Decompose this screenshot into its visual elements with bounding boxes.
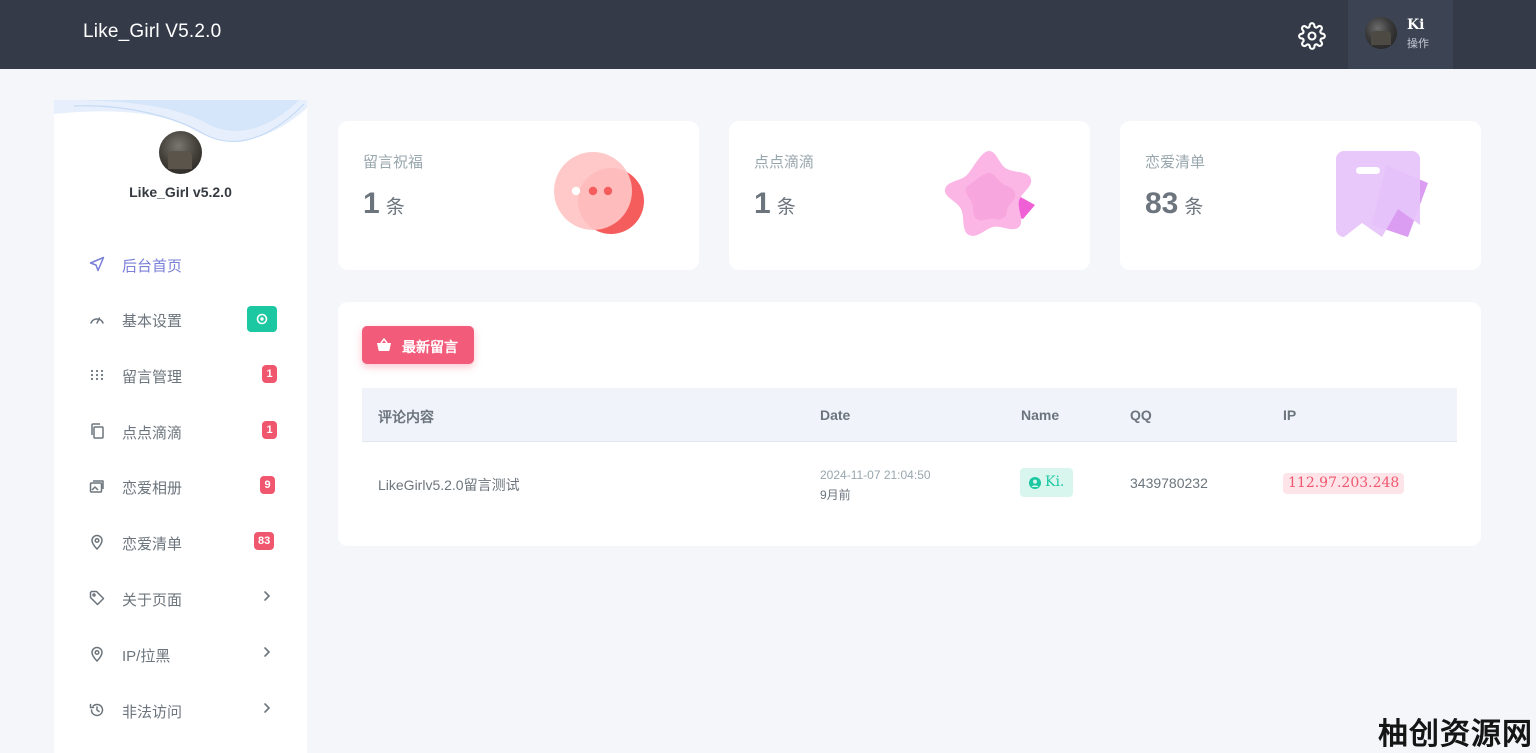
count-badge: 83 <box>254 532 275 550</box>
stat-number: 1 <box>754 187 771 220</box>
sidebar-item-album[interactable]: 恋爱相册 9 <box>54 466 307 506</box>
ip-badge: 112.97.203.248 <box>1283 473 1405 494</box>
history-icon <box>89 703 104 717</box>
grid-dots-icon <box>90 369 104 381</box>
basket-icon <box>377 338 391 351</box>
column-header-content: 评论内容 <box>378 409 434 425</box>
qq-number: 3439780232 <box>1130 475 1208 491</box>
avatar <box>1365 17 1397 49</box>
gauge-icon <box>90 317 104 324</box>
column-header-qq: QQ <box>1130 407 1152 423</box>
brand-title[interactable]: Like_Girl V5.2.0 <box>83 21 221 43</box>
stat-unit: 条 <box>1184 197 1204 218</box>
sidebar-item-label: 点点滴滴 <box>122 425 183 442</box>
latest-messages-panel: 最新留言 评论内容 Date Name QQ IP LikeGirlv5.2.0… <box>338 302 1481 546</box>
sidebar-item-settings[interactable]: 基本设置 <box>54 299 307 339</box>
sidebar-item-about[interactable]: 关于页面 <box>54 578 307 618</box>
chevron-right-icon <box>264 703 271 713</box>
sidebar-item-label: 留言管理 <box>122 369 183 386</box>
sidebar-item-label: 后台首页 <box>122 258 183 275</box>
stat-card-love-list[interactable]: 恋爱清单 83 条 <box>1120 121 1481 270</box>
stat-label: 留言祝福 <box>363 154 424 171</box>
settings-badge-icon <box>256 313 268 325</box>
stat-value: 1条 <box>754 187 796 221</box>
sidebar-item-list[interactable]: 恋爱清单 83 <box>54 522 307 562</box>
chevron-right-icon <box>264 647 271 657</box>
message-relative-time: 9月前 <box>820 488 851 502</box>
map-pin-icon <box>91 646 103 662</box>
stat-value: 1条 <box>363 187 405 221</box>
site-name: Like_Girl v5.2.0 <box>129 184 232 200</box>
photo-stack-icon <box>89 480 104 493</box>
sidebar-item-moments[interactable]: 点点滴滴 1 <box>54 411 307 451</box>
sidebar-item-ip-block[interactable]: IP/拉黑 <box>54 634 307 674</box>
sidebar-item-label: 关于页面 <box>122 592 183 609</box>
stat-unit: 条 <box>776 197 796 218</box>
stat-card-moments[interactable]: 点点滴滴 1条 <box>729 121 1090 270</box>
sidebar-item-illegal-access[interactable]: 非法访问 <box>54 690 307 730</box>
sidebar-item-label: 恋爱相册 <box>122 480 183 497</box>
send-icon <box>89 256 105 272</box>
user-menu[interactable]: Ki 操作 <box>1348 0 1453 69</box>
user-role: 操作 <box>1407 38 1429 50</box>
sidebar-item-messages[interactable]: 留言管理 1 <box>54 355 307 395</box>
name-text: Ki. <box>1045 474 1065 490</box>
column-header-name: Name <box>1021 407 1060 423</box>
copy-icon <box>91 423 104 439</box>
chevron-right-icon <box>264 591 271 601</box>
stat-card-messages[interactable]: 留言祝福 1条 <box>338 121 699 270</box>
sidebar-item-label: IP/拉黑 <box>122 648 171 665</box>
table-row: LikeGirlv5.2.0留言测试 2024-11-07 21:04:50 9… <box>362 442 1457 524</box>
count-badge: 1 <box>262 365 277 383</box>
latest-messages-button[interactable]: 最新留言 <box>362 326 474 364</box>
table-header: 评论内容 Date Name QQ IP <box>362 388 1457 442</box>
stat-label: 点点滴滴 <box>754 154 815 171</box>
button-label: 最新留言 <box>402 339 458 355</box>
sidebar-item-dashboard[interactable]: 后台首页 <box>54 244 307 284</box>
message-content: LikeGirlv5.2.0留言测试 <box>378 477 520 493</box>
sidebar-item-label: 恋爱清单 <box>122 536 183 553</box>
stat-number: 1 <box>363 187 380 220</box>
gear-icon[interactable] <box>1298 22 1326 50</box>
site-avatar <box>159 131 202 174</box>
map-pin-icon <box>91 534 103 550</box>
message-date: 2024-11-07 21:04:50 <box>820 468 931 482</box>
count-badge: 1 <box>262 421 277 439</box>
top-navbar: Like_Girl V5.2.0 Ki 操作 <box>0 0 1536 69</box>
stat-value: 83 条 <box>1145 187 1203 221</box>
user-name: Ki <box>1407 17 1425 33</box>
sidebar-item-label: 基本设置 <box>122 313 183 330</box>
count-badge: 9 <box>260 476 275 494</box>
stat-number: 83 <box>1145 187 1179 220</box>
bag-icon <box>1336 151 1428 237</box>
user-circle-icon <box>1029 477 1041 489</box>
stat-label: 恋爱清单 <box>1145 154 1206 171</box>
settings-badge <box>247 306 277 332</box>
sidebar: Like_Girl v5.2.0 后台首页 基本设置 留言管理 1 点点滴滴 1… <box>54 100 307 753</box>
name-badge: Ki. <box>1020 468 1073 497</box>
chat-bubbles-icon <box>554 152 644 234</box>
star-icon <box>944 151 1035 236</box>
stat-unit: 条 <box>385 197 405 218</box>
tag-icon <box>89 590 105 606</box>
sidebar-item-label: 非法访问 <box>122 704 183 721</box>
column-header-date: Date <box>820 407 851 423</box>
column-header-ip: IP <box>1283 407 1297 423</box>
watermark: 柚创资源网 <box>1378 718 1533 751</box>
